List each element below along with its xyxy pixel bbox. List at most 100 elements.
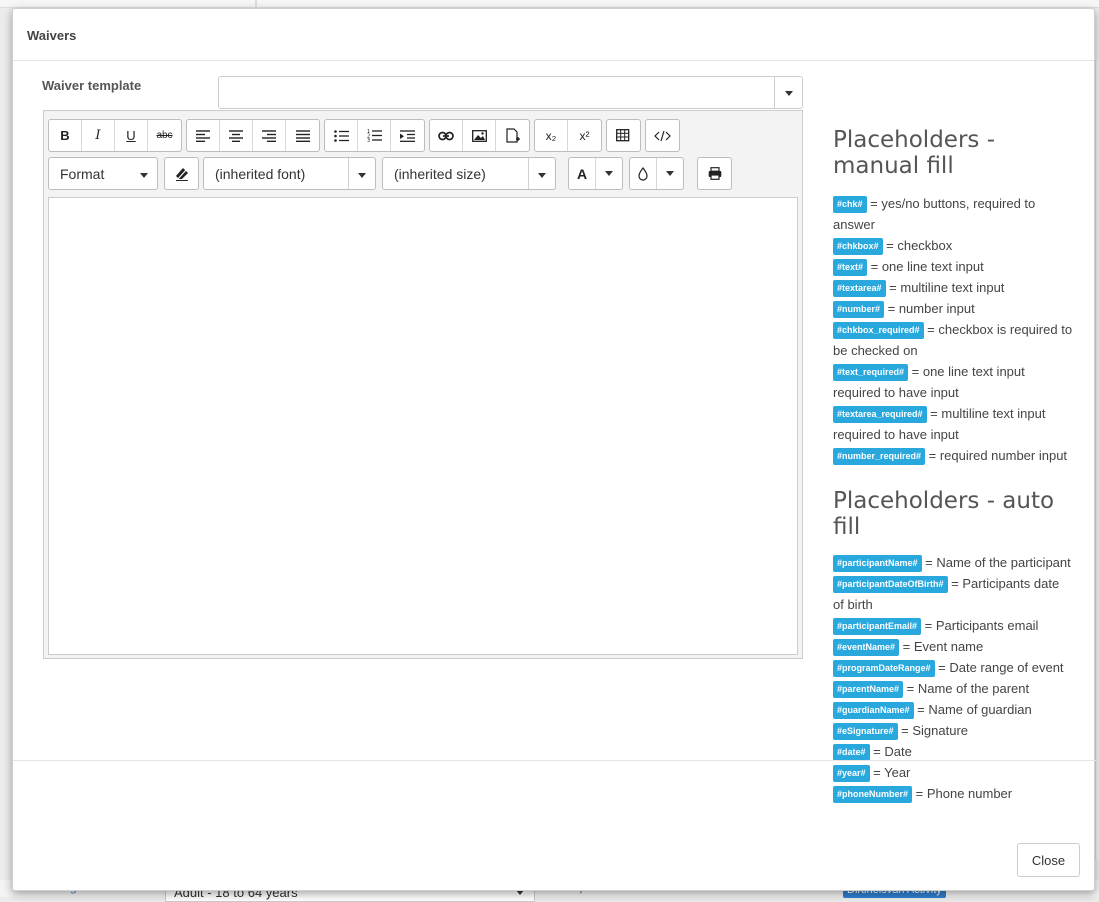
- color-drop-icon: [638, 166, 648, 181]
- align-right-icon: [262, 129, 276, 142]
- bullet-list-button[interactable]: [325, 120, 358, 151]
- placeholder-description: = one line text input: [867, 259, 984, 274]
- placeholder-tag: #number#: [833, 301, 885, 318]
- subscript-button[interactable]: x₂: [535, 120, 568, 151]
- svg-text:3: 3: [367, 138, 370, 142]
- placeholder-description: = Event name: [899, 639, 984, 654]
- placeholder-description: = checkbox: [882, 238, 953, 253]
- placeholder-row: #chk# = yes/no buttons, required to answ…: [833, 193, 1073, 235]
- source-group: [645, 119, 680, 152]
- placeholder-row: #text_required# = one line text input re…: [833, 361, 1073, 403]
- strikethrough-icon: abc: [156, 130, 173, 141]
- placeholder-tag: #year#: [833, 765, 870, 782]
- insert-image-button[interactable]: [463, 120, 496, 151]
- background-color-group: [629, 157, 684, 190]
- dropdown-divider: [348, 158, 349, 189]
- font-family-value: (inherited font): [215, 166, 306, 182]
- align-center-button[interactable]: [220, 120, 253, 151]
- placeholder-row: #date# = Date: [833, 741, 1073, 762]
- manual-placeholder-list: #chk# = yes/no buttons, required to answ…: [833, 193, 1073, 466]
- font-color-button[interactable]: A: [569, 158, 596, 189]
- font-color-dropdown[interactable]: [596, 158, 622, 189]
- chevron-down-icon[interactable]: [785, 91, 793, 96]
- placeholder-row: #textarea_required# = multiline text inp…: [833, 403, 1073, 445]
- align-justify-icon: [295, 129, 310, 142]
- indent-button[interactable]: [391, 120, 424, 151]
- image-icon: [471, 129, 487, 142]
- strikethrough-button[interactable]: abc: [148, 120, 181, 151]
- code-icon: [654, 130, 671, 141]
- placeholder-tag: #date#: [833, 744, 870, 761]
- font-size-dropdown[interactable]: (inherited size): [382, 157, 556, 190]
- background-color-dropdown[interactable]: [657, 158, 683, 189]
- placeholders-help: Placeholders - manual fill #chk# = yes/n…: [833, 127, 1073, 804]
- format-dropdown-label: Format: [60, 166, 105, 182]
- placeholder-row: #textarea# = multiline text input: [833, 277, 1073, 298]
- table-group: [606, 119, 641, 152]
- placeholder-row: #participantEmail# = Participants email: [833, 615, 1073, 636]
- insert-link-button[interactable]: [430, 120, 463, 151]
- italic-icon: I: [95, 128, 101, 143]
- editor-content-area[interactable]: [48, 197, 798, 655]
- placeholder-row: #number_required# = required number inpu…: [833, 445, 1073, 466]
- align-center-icon: [229, 129, 243, 142]
- font-family-dropdown[interactable]: (inherited font): [203, 157, 376, 190]
- waivers-modal: Waivers Waiver template B I U abc 1 2 3 …: [12, 8, 1096, 891]
- bold-button[interactable]: B: [49, 120, 82, 151]
- auto-fill-heading: Placeholders - auto fill: [833, 488, 1055, 540]
- placeholder-description: = Year: [869, 765, 911, 780]
- align-left-button[interactable]: [187, 120, 220, 151]
- placeholder-description: = Date: [869, 744, 912, 759]
- table-icon: [616, 128, 630, 141]
- placeholder-tag: #phoneNumber#: [833, 786, 913, 803]
- placeholder-description: = required number input: [925, 448, 1068, 463]
- placeholder-description: = number input: [884, 301, 975, 316]
- insert-group: [429, 119, 530, 152]
- dropdown-divider: [528, 158, 529, 189]
- background-panel-edge: [1095, 60, 1099, 860]
- italic-button[interactable]: I: [82, 120, 115, 151]
- clear-formatting-button[interactable]: [165, 158, 198, 189]
- font-size-value: (inherited size): [394, 166, 486, 182]
- insert-table-button[interactable]: [607, 120, 640, 151]
- placeholder-tag: #text#: [833, 259, 868, 276]
- rich-text-editor: B I U abc 123 x₂ x² Format (inherited fo…: [43, 110, 803, 659]
- superscript-button[interactable]: x²: [568, 120, 601, 151]
- placeholder-description: = Name of the participant: [921, 555, 1071, 570]
- waiver-template-select[interactable]: [218, 76, 803, 109]
- align-right-button[interactable]: [253, 120, 286, 151]
- bullet-list-icon: [333, 129, 349, 142]
- close-button[interactable]: Close: [1017, 843, 1080, 877]
- format-dropdown[interactable]: Format: [48, 157, 158, 190]
- insert-file-button[interactable]: [496, 120, 529, 151]
- clear-format-group: [164, 157, 199, 190]
- chevron-down-icon: [605, 171, 613, 176]
- placeholder-description: = Name of the parent: [903, 681, 1030, 696]
- file-add-icon: [505, 128, 520, 143]
- align-justify-button[interactable]: [286, 120, 319, 151]
- modal-footer-divider: [13, 760, 1096, 761]
- placeholder-tag: #guardianName#: [833, 702, 914, 719]
- chevron-down-icon: [358, 173, 366, 178]
- placeholder-row: #guardianName# = Name of guardian: [833, 699, 1073, 720]
- placeholder-tag: #participantDateOfBirth#: [833, 576, 948, 593]
- source-code-button[interactable]: [646, 120, 679, 151]
- underline-button[interactable]: U: [115, 120, 148, 151]
- text-style-group: B I U abc: [48, 119, 182, 152]
- font-color-icon: A: [576, 165, 588, 182]
- print-group: [697, 157, 732, 190]
- alignment-group: [186, 119, 320, 152]
- background-color-button[interactable]: [630, 158, 657, 189]
- placeholder-row: #year# = Year: [833, 762, 1073, 783]
- numbered-list-button[interactable]: 123: [358, 120, 391, 151]
- numbered-list-icon: 123: [367, 129, 382, 142]
- printer-icon: [708, 167, 721, 180]
- indent-icon: [400, 129, 415, 142]
- script-group: x₂ x²: [534, 119, 602, 152]
- underline-icon: U: [126, 128, 136, 143]
- placeholder-description: = Signature: [897, 723, 968, 738]
- print-button[interactable]: [698, 158, 731, 189]
- chevron-down-icon: [666, 171, 674, 176]
- placeholder-description: = multiline text input: [885, 280, 1005, 295]
- placeholder-row: #eventName# = Event name: [833, 636, 1073, 657]
